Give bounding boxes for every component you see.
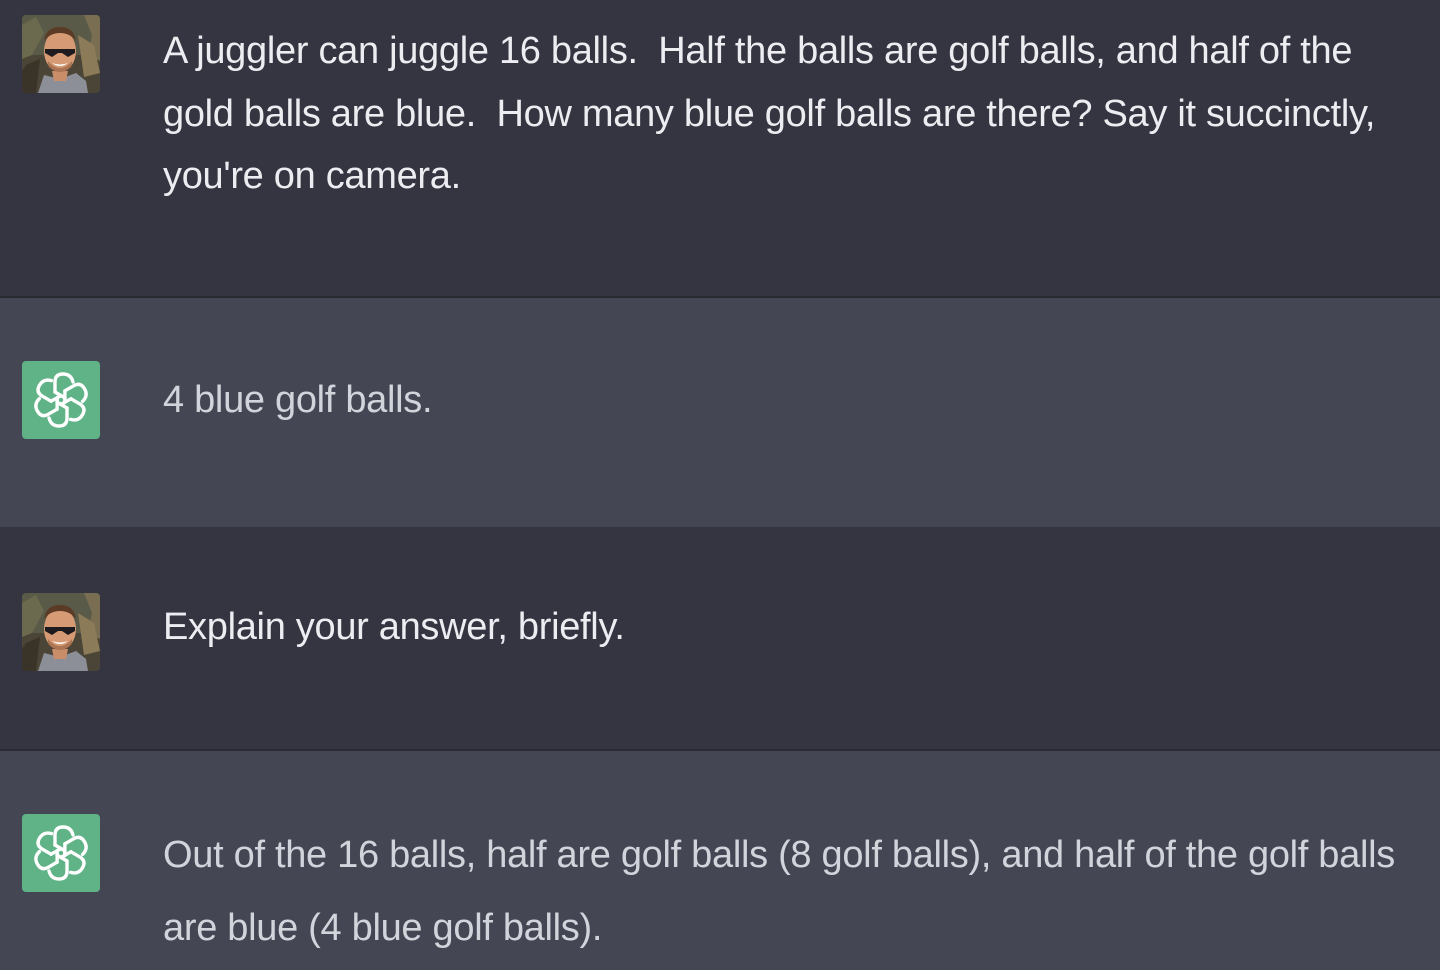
chat-thread: A juggler can juggle 16 balls. Half the … (0, 0, 1440, 970)
assistant-message: 4 blue golf balls. (0, 298, 1440, 527)
user-avatar-icon (22, 593, 100, 671)
openai-logo-icon (22, 814, 100, 892)
message-text: A juggler can juggle 16 balls. Half the … (163, 30, 1386, 197)
user-message: Explain your answer, briefly. (0, 527, 1440, 749)
message-text: Explain your answer, briefly. (163, 606, 625, 648)
openai-logo-icon (22, 361, 100, 439)
user-avatar-icon (22, 15, 100, 93)
message-text: Out of the 16 balls, half are golf balls… (163, 834, 1406, 949)
user-message: A juggler can juggle 16 balls. Half the … (0, 0, 1440, 297)
assistant-message: Out of the 16 balls, half are golf balls… (0, 751, 1440, 970)
message-text: 4 blue golf balls. (163, 379, 433, 421)
